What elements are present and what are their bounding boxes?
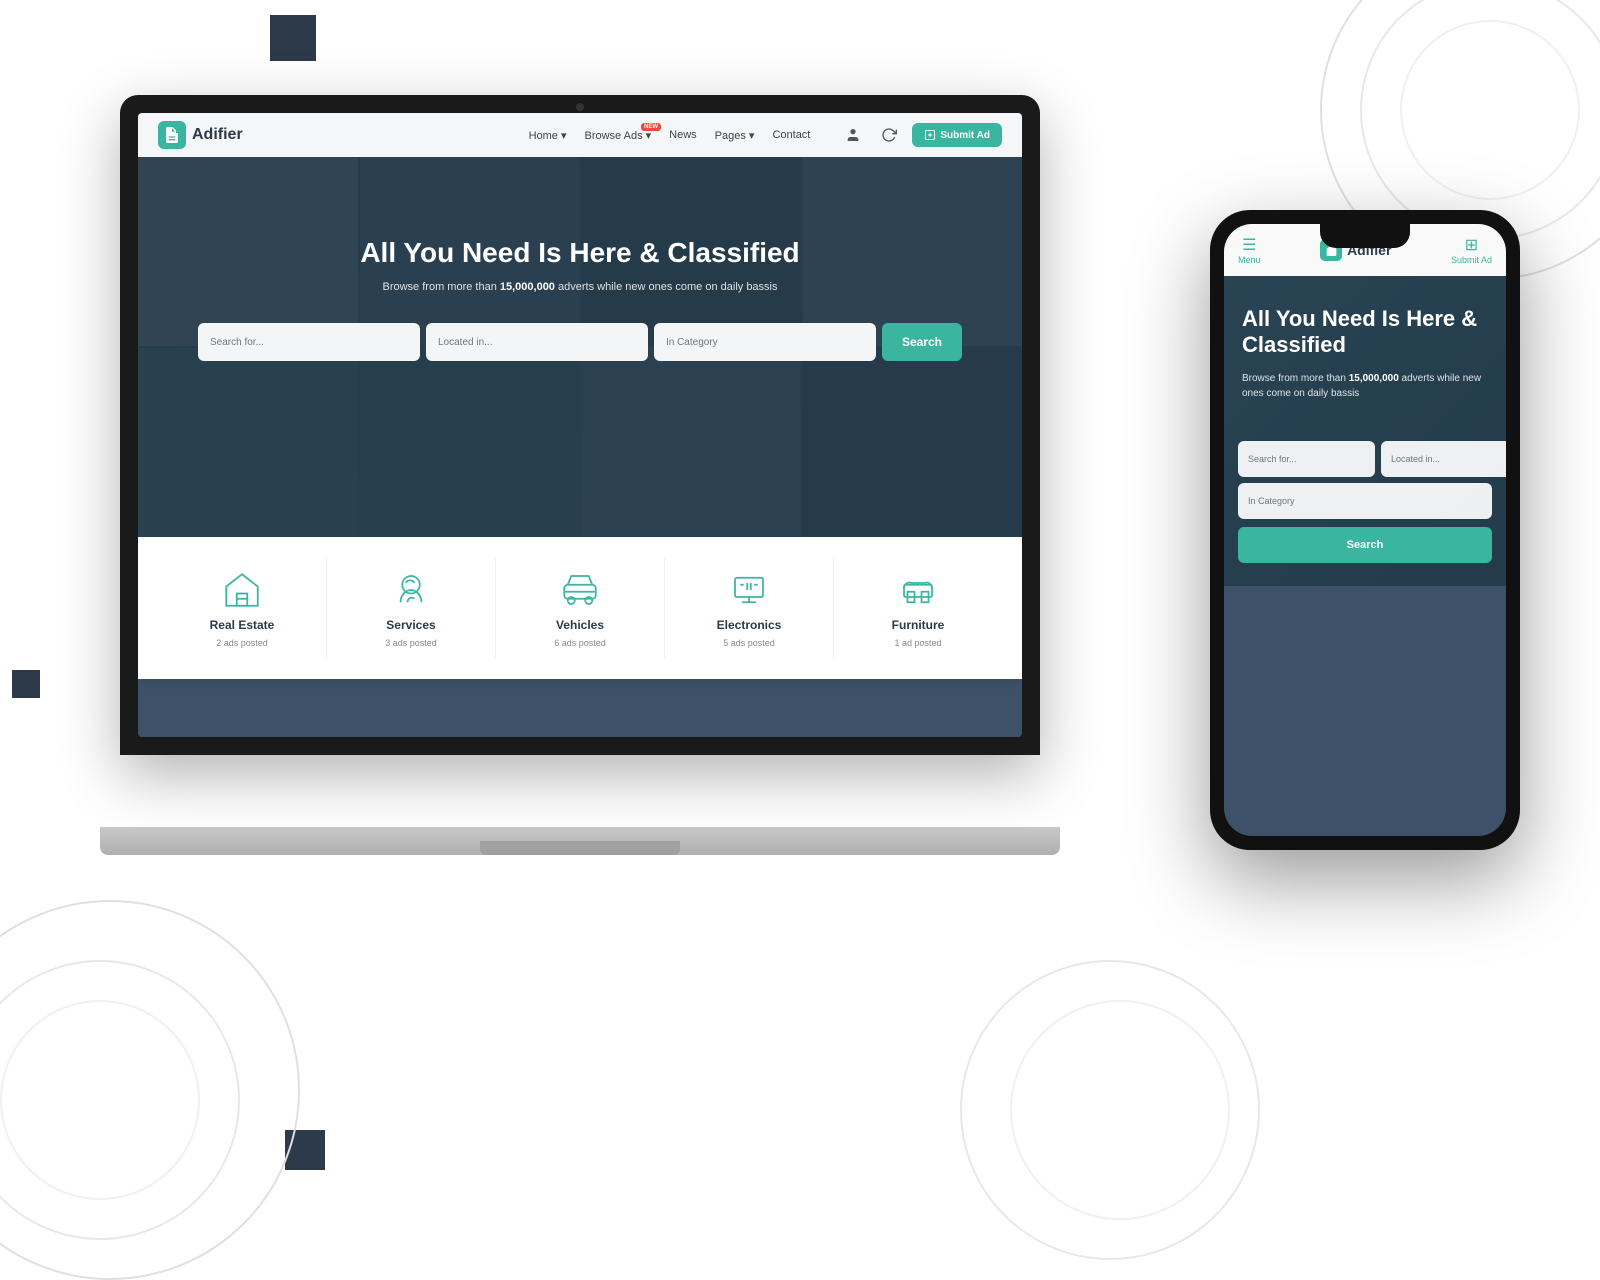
phone-screen: ☰ Menu Adifier ⊞ Submit Ad [1224, 224, 1506, 836]
nav-link-home[interactable]: Home ▾ [529, 129, 567, 142]
hero-content: All You Need Is Here & Classified Browse… [138, 157, 1022, 361]
bg-circle-6 [0, 1000, 200, 1200]
category-vehicles-name: Vehicles [556, 618, 604, 632]
bg-square-3 [12, 670, 40, 698]
category-real-estate-count: 2 ads posted [216, 638, 268, 648]
category-vehicles-count: 6 ads posted [554, 638, 606, 648]
category-services[interactable]: Services 3 ads posted [327, 558, 496, 658]
bg-circle-3 [1400, 20, 1580, 200]
phone-hero-subtitle: Browse from more than 15,000,000 adverts… [1242, 371, 1488, 401]
laptop-wrapper: Adifier Home ▾ Browse Ads ▾ NEW News Pag… [120, 95, 1040, 855]
phone-search: Search [1224, 441, 1506, 577]
nav-link-contact[interactable]: Contact [772, 129, 810, 141]
phone-search-for-input[interactable] [1238, 441, 1375, 477]
phone-notch [1320, 224, 1410, 248]
logo-text: Adifier [192, 126, 243, 144]
laptop-screen: Adifier Home ▾ Browse Ads ▾ NEW News Pag… [138, 113, 1022, 737]
phone-menu-label: Menu [1238, 255, 1261, 265]
furniture-icon [896, 568, 940, 612]
phone-hero: All You Need Is Here & Classified Browse… [1224, 276, 1506, 586]
category-electronics[interactable]: Electronics 5 ads posted [665, 558, 834, 658]
laptop-base [100, 827, 1060, 855]
phone-nav-right: ⊞ Submit Ad [1451, 235, 1492, 265]
laptop-camera [576, 103, 584, 111]
category-furniture-name: Furniture [892, 618, 945, 632]
category-furniture-count: 1 ad posted [894, 638, 941, 648]
hero-section: All You Need Is Here & Classified Browse… [138, 157, 1022, 537]
category-electronics-count: 5 ads posted [723, 638, 775, 648]
search-for-input[interactable] [198, 323, 420, 361]
nav-user-icon[interactable] [840, 122, 866, 148]
category-real-estate-name: Real Estate [210, 618, 275, 632]
nav-icons: Submit Ad [840, 122, 1002, 148]
nav-link-browse[interactable]: Browse Ads ▾ NEW [584, 129, 651, 142]
nav-links: Home ▾ Browse Ads ▾ NEW News Pages ▾ Con… [529, 129, 811, 142]
website-nav: Adifier Home ▾ Browse Ads ▾ NEW News Pag… [138, 113, 1022, 157]
category-furniture[interactable]: Furniture 1 ad posted [834, 558, 1002, 658]
site-logo: Adifier [158, 121, 243, 149]
hero-title: All You Need Is Here & Classified [138, 237, 1022, 269]
category-services-count: 3 ads posted [385, 638, 437, 648]
logo-icon [158, 121, 186, 149]
phone-submit-label: Submit Ad [1451, 255, 1492, 265]
search-bar: Search [138, 323, 1022, 361]
vehicles-icon [558, 568, 602, 612]
search-button[interactable]: Search [882, 323, 962, 361]
phone-hero-content: All You Need Is Here & Classified Browse… [1224, 276, 1506, 441]
real-estate-icon [220, 568, 264, 612]
submit-ad-button[interactable]: Submit Ad [912, 123, 1002, 147]
phone-submit-icon[interactable]: ⊞ [1465, 235, 1478, 255]
located-in-input[interactable] [426, 323, 648, 361]
category-electronics-name: Electronics [717, 618, 782, 632]
services-icon [389, 568, 433, 612]
nav-badge-new: NEW [641, 123, 661, 131]
phone-category-input[interactable] [1238, 483, 1492, 519]
category-input[interactable] [654, 323, 876, 361]
phone-search-button[interactable]: Search [1238, 527, 1492, 563]
nav-refresh-icon[interactable] [876, 122, 902, 148]
category-real-estate[interactable]: Real Estate 2 ads posted [158, 558, 327, 658]
phone-nav-left: ☰ Menu [1238, 235, 1261, 265]
submit-ad-label: Submit Ad [940, 130, 990, 141]
phone-hero-title: All You Need Is Here & Classified [1242, 306, 1488, 359]
nav-link-pages[interactable]: Pages ▾ [715, 129, 755, 142]
category-vehicles[interactable]: Vehicles 6 ads posted [496, 558, 665, 658]
phone-located-in-input[interactable] [1381, 441, 1506, 477]
electronics-icon [727, 568, 771, 612]
phone-search-row-1 [1238, 441, 1492, 477]
phone-search-row-2 [1238, 483, 1492, 519]
phone-menu-icon[interactable]: ☰ [1242, 235, 1256, 255]
bg-circle-8 [1010, 1000, 1230, 1220]
categories-section: Real Estate 2 ads posted Services 3 ads … [138, 537, 1022, 679]
laptop-body: Adifier Home ▾ Browse Ads ▾ NEW News Pag… [120, 95, 1040, 755]
bg-square-1 [270, 15, 316, 61]
category-services-name: Services [386, 618, 435, 632]
phone-wrapper: ☰ Menu Adifier ⊞ Submit Ad [1210, 210, 1520, 850]
nav-link-news[interactable]: News [669, 129, 697, 141]
hero-subtitle: Browse from more than 15,000,000 adverts… [138, 281, 1022, 293]
phone-body: ☰ Menu Adifier ⊞ Submit Ad [1210, 210, 1520, 850]
